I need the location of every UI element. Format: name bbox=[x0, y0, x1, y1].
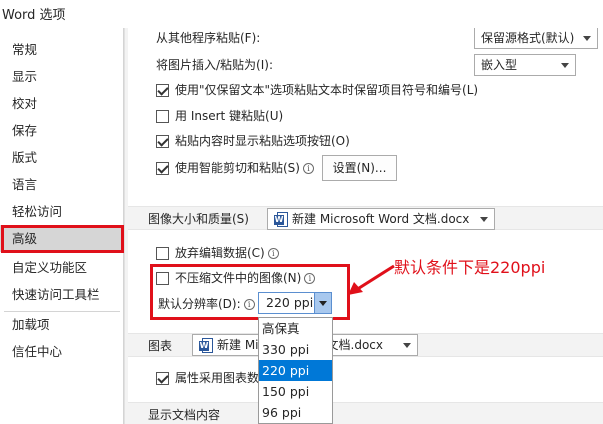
insert-picture-value: 嵌入型 bbox=[481, 58, 518, 72]
keep-bullets-label: 使用"仅保留文本"选项粘贴文本时保留项目符号和编号(L) bbox=[175, 83, 479, 97]
resolution-option-330[interactable]: 330 ppi bbox=[259, 339, 332, 360]
image-quality-header: 图像大小和质量(S) bbox=[148, 212, 249, 226]
word-document-icon: W bbox=[274, 211, 288, 228]
chart-properties-label: 属性采用图表数 bbox=[175, 371, 260, 385]
info-icon: i bbox=[267, 248, 279, 259]
word-document-icon: W bbox=[199, 337, 213, 354]
discard-edit-data-row: 放弃编辑数据(C) i bbox=[175, 243, 279, 263]
smart-cut-paste-checkbox[interactable] bbox=[156, 162, 169, 175]
smart-cut-paste-label: 使用智能剪切和粘贴(S) bbox=[175, 161, 300, 175]
chevron-down-icon bbox=[561, 63, 569, 68]
annotation-text: 默认条件下是220ppi bbox=[394, 258, 546, 277]
annotation-arrow bbox=[348, 264, 395, 295]
resolution-option-220[interactable]: 220 ppi bbox=[259, 360, 332, 381]
info-icon: i bbox=[302, 163, 314, 174]
display-doc-header: 显示文档内容 bbox=[148, 408, 221, 422]
paste-from-other-value: 保留源格式(默认) bbox=[481, 31, 575, 45]
show-paste-options-label: 粘贴内容时显示粘贴选项按钮(O) bbox=[175, 134, 350, 148]
sidebar-item-general[interactable]: 常规 bbox=[0, 36, 124, 63]
sidebar-item-add-ins[interactable]: 加载项 bbox=[0, 311, 124, 338]
paste-from-other-label: 从其他程序粘贴(F): bbox=[156, 31, 261, 45]
sidebar-item-accessibility[interactable]: 轻松访问 bbox=[0, 198, 124, 225]
keep-bullets-checkbox[interactable] bbox=[156, 84, 169, 97]
sidebar-item-proofing[interactable]: 校对 bbox=[0, 90, 124, 117]
show-paste-options-checkbox[interactable] bbox=[156, 135, 169, 148]
sidebar-item-layout[interactable]: 版式 bbox=[0, 144, 124, 171]
sidebar-item-trust-center[interactable]: 信任中心 bbox=[0, 338, 124, 365]
highlight-box-advanced bbox=[1, 225, 124, 253]
chevron-down-icon bbox=[583, 36, 591, 41]
sidebar-item-save[interactable]: 保存 bbox=[0, 117, 124, 144]
display-doc-section-header: 显示文档内容 bbox=[128, 402, 603, 424]
resolution-option-96[interactable]: 96 ppi bbox=[259, 402, 332, 423]
resolution-options-list[interactable]: 高保真 330 ppi 220 ppi 150 ppi 96 ppi bbox=[258, 317, 333, 424]
paste-from-other-dropdown[interactable]: 保留源格式(默认) bbox=[474, 28, 598, 49]
resolution-option-high-fidelity[interactable]: 高保真 bbox=[259, 318, 332, 339]
sidebar-item-language[interactable]: 语言 bbox=[0, 171, 124, 198]
smart-cut-paste-row: 使用智能剪切和粘贴(S) i bbox=[175, 158, 314, 178]
insert-key-paste-checkbox[interactable] bbox=[156, 110, 169, 123]
sidebar-item-display[interactable]: 显示 bbox=[0, 63, 124, 90]
chevron-down-icon bbox=[403, 343, 411, 348]
insert-key-paste-label: 用 Insert 键粘贴(U) bbox=[175, 109, 284, 123]
sidebar-item-customize-ribbon[interactable]: 自定义功能区 bbox=[0, 254, 124, 281]
resolution-option-150[interactable]: 150 ppi bbox=[259, 381, 332, 402]
image-quality-document-dropdown[interactable]: W 新建 Microsoft Word 文档.docx bbox=[267, 208, 495, 230]
chart-document-suffix: 文档.docx bbox=[326, 338, 383, 352]
discard-edit-data-label: 放弃编辑数据(C) bbox=[175, 246, 265, 260]
title-bar: Word 选项 bbox=[0, 0, 603, 28]
chart-header: 图表 bbox=[148, 339, 173, 353]
advanced-options-panel: 从其他程序粘贴(F): 保留源格式(默认) 将图片插入/粘贴为(I): 嵌入型 … bbox=[128, 28, 603, 424]
window-title: Word 选项 bbox=[2, 8, 66, 23]
highlight-box-resolution bbox=[150, 264, 350, 320]
settings-button[interactable]: 设置(N)... bbox=[322, 155, 397, 181]
chevron-down-icon bbox=[480, 217, 488, 222]
image-quality-document-name: 新建 Microsoft Word 文档.docx bbox=[292, 212, 470, 226]
chart-document-prefix: 新建 Mi bbox=[217, 338, 259, 352]
discard-edit-data-checkbox[interactable] bbox=[156, 247, 169, 260]
chart-properties-checkbox[interactable] bbox=[156, 372, 169, 385]
insert-picture-label: 将图片插入/粘贴为(I): bbox=[156, 58, 273, 72]
insert-picture-dropdown[interactable]: 嵌入型 bbox=[474, 54, 576, 76]
sidebar-item-quick-access-toolbar[interactable]: 快速访问工具栏 bbox=[0, 281, 124, 308]
